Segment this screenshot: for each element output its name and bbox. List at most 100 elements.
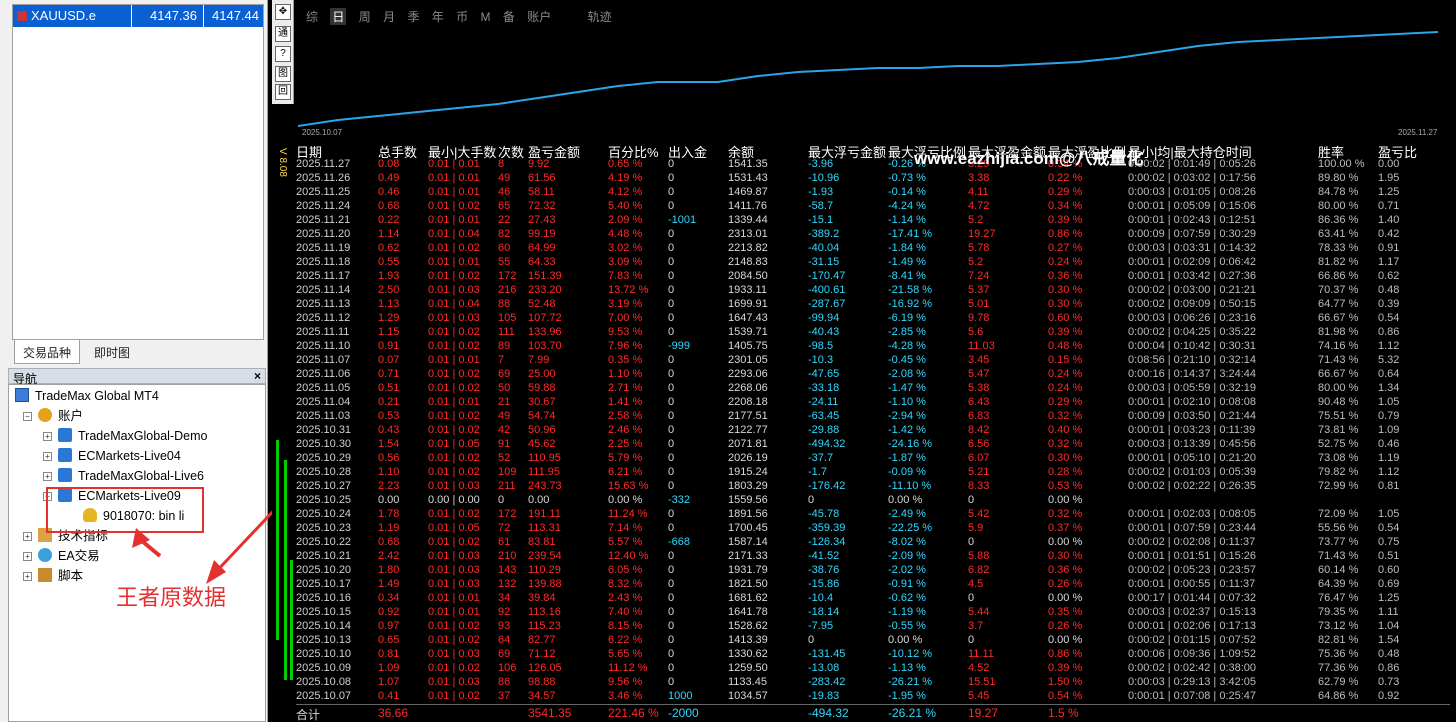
table-row[interactable]: 2025.10.08 1.07 0.01 | 0.03 86 98.88 9.56 % 0 1… [296, 676, 1446, 690]
table-cell: 4.72 [968, 200, 990, 212]
column-header[interactable]: 余额 [728, 142, 754, 160]
table-row[interactable]: 2025.10.15 0.92 0.01 | 0.01 92 113.16 7.40 % 0… [296, 606, 1446, 620]
table-row[interactable]: 2025.10.28 1.10 0.01 | 0.02 109 111.95 6.21 %… [296, 466, 1446, 480]
table-row[interactable]: 2025.11.17 1.93 0.01 | 0.02 172 151.39 7.83 %… [296, 270, 1446, 284]
table-row[interactable]: 2025.10.29 0.56 0.01 | 0.02 52 110.95 5.79 % 0… [296, 452, 1446, 466]
table-row[interactable]: 2025.11.13 1.13 0.01 | 0.04 88 52.48 3.19 % 0 1… [296, 298, 1446, 312]
table-cell: 0.00 [1378, 158, 1400, 170]
column-header[interactable]: 胜率 [1318, 142, 1344, 160]
table-cell: 0.91 [1378, 242, 1400, 254]
table-cell: 0:00:01 | 0:05:09 | 0:15:06 [1128, 200, 1257, 212]
table-row[interactable]: 2025.10.25 0.00 0.00 | 0.00 0 0.00 0.00 % -332… [296, 494, 1446, 508]
total-cell: -494.32 [808, 706, 849, 720]
table-cell: 1.49 [378, 578, 400, 590]
column-header[interactable]: 百分比% [608, 142, 659, 160]
table-cell: 0.81 [378, 648, 400, 660]
table-cell: 0 [668, 620, 675, 632]
table-cell: 2025.10.28 [296, 466, 352, 478]
table-cell: 0:00:02 | 0:03:02 | 0:17:56 [1128, 172, 1257, 184]
table-row[interactable]: 2025.11.20 1.14 0.01 | 0.04 82 99.19 4.48 % 0 2… [296, 228, 1446, 242]
table-cell: 1.15 [378, 326, 400, 338]
tab-note[interactable]: 备 [503, 8, 515, 25]
table-row[interactable]: 2025.11.03 0.53 0.01 | 0.02 49 54.74 2.58 % 0 2… [296, 410, 1446, 424]
tab-yearly[interactable]: 年 [432, 8, 444, 25]
table-cell: 0:00:02 | 0:02:42 | 0:38:00 [1128, 662, 1257, 674]
table-row[interactable]: 2025.11.25 0.46 0.01 | 0.01 46 58.11 4.12 % 0 1… [296, 186, 1446, 200]
table-cell: 0:00:03 | 0:13:39 | 0:45:56 [1128, 438, 1257, 450]
tab-quarterly[interactable]: 季 [407, 8, 419, 25]
table-cell: 0.24 % [1048, 256, 1083, 268]
move-icon[interactable]: ✥ [275, 4, 291, 20]
tab-m[interactable]: M [481, 10, 491, 24]
table-cell: 0:00:01 | 0:01:51 | 0:15:26 [1128, 550, 1257, 562]
table-row[interactable]: 2025.11.10 0.91 0.01 | 0.02 89 103.70 7.96 % -… [296, 340, 1446, 354]
table-cell: -58.7 [808, 200, 834, 212]
table-row[interactable]: 2025.11.07 0.07 0.01 | 0.01 7 7.99 0.35 % 0 230… [296, 354, 1446, 368]
table-row[interactable]: 2025.11.19 0.62 0.01 | 0.02 60 64.99 3.02 % 0 2… [296, 242, 1446, 256]
table-row[interactable]: 2025.11.24 0.68 0.01 | 0.02 65 72.32 5.40 % 0 1… [296, 200, 1446, 214]
tab-currency[interactable]: 币 [456, 8, 468, 25]
column-header[interactable]: 次数 [498, 142, 524, 160]
table-row[interactable]: 2025.10.07 0.41 0.01 | 0.02 37 34.57 3.46 % 10… [296, 690, 1446, 704]
tab-daily[interactable]: 日 [330, 8, 347, 25]
column-header[interactable]: 出入金 [668, 142, 707, 160]
column-header[interactable]: 最大浮亏金额 [808, 142, 886, 160]
tab-monthly[interactable]: 月 [383, 8, 395, 25]
table-cell: 0.43 [378, 424, 400, 436]
total-cell: 36.66 [378, 706, 409, 720]
table-cell: -29.88 [808, 424, 840, 436]
table-row[interactable]: 2025.11.11 1.15 0.01 | 0.02 111 133.96 9.53 %… [296, 326, 1446, 340]
table-row[interactable]: 2025.11.14 2.50 0.01 | 0.03 216 233.20 13.72 … [296, 284, 1446, 298]
table-row[interactable]: 2025.11.05 0.51 0.01 | 0.02 50 59.88 2.71 % 0 2… [296, 382, 1446, 396]
table-cell: 0.86 % [1048, 228, 1083, 240]
table-row[interactable]: 2025.11.12 1.29 0.01 | 0.03 105 107.72 7.00 %… [296, 312, 1446, 326]
tab-account[interactable]: 账户 [527, 8, 551, 25]
toolbar-button[interactable]: 图 [275, 66, 291, 82]
table-cell: 3.09 % [608, 256, 643, 268]
table-row[interactable]: 2025.10.17 1.49 0.01 | 0.03 132 139.88 8.32 %… [296, 578, 1446, 592]
table-cell: 1.09 [1378, 424, 1400, 436]
toolbar-button[interactable]: 通 [275, 26, 291, 42]
table-row[interactable]: 2025.10.27 2.23 0.01 | 0.03 211 243.73 15.63 … [296, 480, 1446, 494]
help-icon[interactable]: ? [275, 46, 291, 62]
table-row[interactable]: 2025.11.27 0.08 0.01 | 0.01 8 9.92 0.65 % 0 154… [296, 158, 1446, 172]
column-header[interactable]: 日期 [296, 142, 322, 160]
column-header[interactable]: 最小|均|最大持仓时间 [1128, 142, 1252, 160]
table-cell: -170.47 [808, 270, 846, 282]
table-cell: 0 [668, 676, 675, 688]
table-cell: 0.00 % [608, 494, 643, 506]
column-header[interactable]: 总手数 [378, 142, 417, 160]
table-row[interactable]: 2025.10.24 1.78 0.01 | 0.02 172 191.11 11.24 … [296, 508, 1446, 522]
table-row[interactable]: 2025.11.21 0.22 0.01 | 0.01 22 27.43 2.09 % -1… [296, 214, 1446, 228]
table-row[interactable]: 2025.10.13 0.65 0.01 | 0.02 64 82.77 6.22 % 0 1… [296, 634, 1446, 648]
tab-weekly[interactable]: 周 [359, 8, 371, 25]
table-row[interactable]: 2025.11.18 0.55 0.01 | 0.01 55 64.33 3.09 % 0 2… [296, 256, 1446, 270]
column-header[interactable]: 最小|大手数 [428, 142, 496, 160]
table-row[interactable]: 2025.10.30 1.54 0.01 | 0.05 91 45.62 2.25 % 0 2… [296, 438, 1446, 452]
table-row[interactable]: 2025.11.04 0.21 0.01 | 0.01 21 30.67 1.41 % 0 2… [296, 396, 1446, 410]
table-cell: 2025.10.21 [296, 550, 352, 562]
tab-all[interactable]: 综 [306, 8, 318, 25]
tab-track[interactable]: 轨迹 [588, 8, 612, 25]
table-row[interactable]: 2025.10.09 1.09 0.01 | 0.02 106 126.05 11.12 … [296, 662, 1446, 676]
table-cell: 0.48 [1378, 648, 1400, 660]
column-header[interactable]: 盈亏比 [1378, 142, 1417, 160]
table-row[interactable]: 2025.10.20 1.80 0.01 | 0.03 143 110.29 6.05 %… [296, 564, 1446, 578]
table-cell: 172 [498, 508, 517, 520]
table-row[interactable]: 2025.10.10 0.81 0.01 | 0.03 69 71.12 5.65 % 0 1… [296, 648, 1446, 662]
table-row[interactable]: 2025.10.23 1.19 0.01 | 0.05 72 113.31 7.14 % 0… [296, 522, 1446, 536]
table-row[interactable]: 2025.10.16 0.34 0.01 | 0.01 34 39.84 2.43 % 0 1… [296, 592, 1446, 606]
table-cell: 2025.10.16 [296, 592, 352, 604]
table-cell: 0.41 [378, 690, 400, 702]
table-cell: 0.01 | 0.04 [428, 228, 480, 240]
table-cell: 1411.76 [728, 200, 767, 212]
table-row[interactable]: 2025.10.14 0.97 0.01 | 0.02 93 115.23 8.15 % 0… [296, 620, 1446, 634]
table-cell: 2025.11.19 [296, 242, 351, 254]
table-row[interactable]: 2025.11.06 0.71 0.01 | 0.02 69 25.00 1.10 % 0 2… [296, 368, 1446, 382]
table-row[interactable]: 2025.10.31 0.43 0.01 | 0.02 42 50.96 2.46 % 0 2… [296, 424, 1446, 438]
table-row[interactable]: 2025.10.22 0.68 0.01 | 0.02 61 83.81 5.57 % -6… [296, 536, 1446, 550]
table-row[interactable]: 2025.11.26 0.49 0.01 | 0.01 49 61.56 4.19 % 0 1… [296, 172, 1446, 186]
column-header[interactable]: 盈亏金额 [528, 142, 580, 160]
toolbar-button[interactable]: 回 [275, 84, 291, 100]
table-row[interactable]: 2025.10.21 2.42 0.01 | 0.03 210 239.54 12.40 … [296, 550, 1446, 564]
